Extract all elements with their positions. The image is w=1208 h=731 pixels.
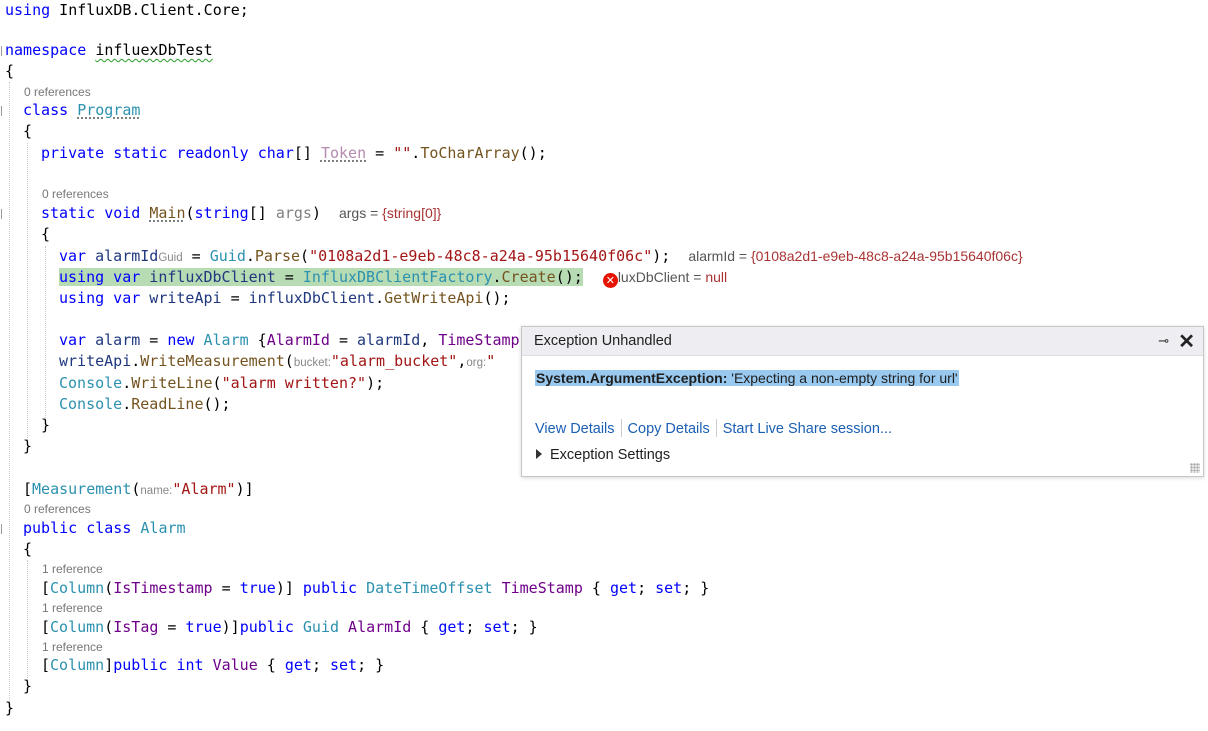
codelens-references[interactable]: 1 reference bbox=[42, 600, 103, 616]
brace: { bbox=[41, 225, 51, 243]
codelens-references[interactable]: 1 reference bbox=[42, 639, 103, 655]
popup-title: Exception Unhandled bbox=[534, 333, 672, 349]
live-share-link[interactable]: Start Live Share session... bbox=[723, 421, 892, 437]
divider bbox=[620, 419, 622, 437]
code-line-token[interactable]: private static readonly char[] Token = "… bbox=[41, 143, 547, 164]
brace: { bbox=[23, 122, 33, 140]
codelens-references[interactable]: 0 references bbox=[24, 501, 91, 517]
exception-settings-toggle[interactable]: Exception Settings bbox=[536, 447, 670, 463]
code-line-alarmid[interactable]: var alarmIdGuid = Guid.Parse("0108a2d1-e… bbox=[59, 246, 1023, 267]
error-icon: ✕ bbox=[602, 273, 618, 288]
codelens-references[interactable]: 0 references bbox=[42, 186, 109, 202]
popup-links: View Details Copy Details Start Live Share… bbox=[535, 419, 892, 437]
brace: { bbox=[23, 540, 33, 558]
resize-grip-icon[interactable] bbox=[1190, 463, 1200, 473]
datatip-args[interactable]: args = {string[0]} bbox=[339, 205, 441, 221]
brace: } bbox=[23, 677, 33, 695]
divider bbox=[715, 419, 717, 437]
brace: } bbox=[5, 699, 15, 717]
outline-marker[interactable] bbox=[1, 209, 6, 219]
code-line-console-read[interactable]: Console.ReadLine(); bbox=[59, 394, 231, 415]
code-line-main[interactable]: static void Main(string[] args) args = {s… bbox=[41, 203, 441, 224]
exception-popup[interactable]: Exception Unhandled ⊸ ✕ System.ArgumentE… bbox=[521, 326, 1204, 477]
code-line-prop-timestamp[interactable]: [Column(IsTimestamp = true)] public Date… bbox=[41, 578, 709, 599]
indent-guide bbox=[27, 143, 28, 448]
indent-guide bbox=[27, 560, 28, 684]
indent-guide bbox=[9, 82, 10, 702]
datatip-alarmid[interactable]: alarmId = {0108a2d1-e9eb-48c8-a24a-95b15… bbox=[688, 248, 1022, 264]
code-line-write[interactable]: writeApi.WriteMeasurement(bucket:"alarm_… bbox=[59, 351, 495, 372]
namespace-name: influexDbTest bbox=[95, 41, 213, 59]
inlay-hint: Guid bbox=[158, 252, 183, 264]
code-line-using[interactable]: using InfluxDB.Client.Core; bbox=[5, 0, 249, 21]
inlay-hint: bucket: bbox=[293, 357, 331, 369]
pin-icon[interactable]: ⊸ bbox=[1158, 333, 1169, 349]
view-details-link[interactable]: View Details bbox=[535, 421, 615, 437]
brace: { bbox=[5, 62, 15, 80]
code-line-class-alarm[interactable]: public class Alarm bbox=[23, 518, 186, 539]
inlay-hint: org: bbox=[466, 357, 487, 369]
exception-message[interactable]: System.ArgumentException: 'Expecting a n… bbox=[535, 370, 959, 386]
outline-marker[interactable] bbox=[1, 524, 6, 534]
code-line-measurement-attr[interactable]: [Measurement(name:"Alarm")] bbox=[23, 479, 254, 500]
code-line-console-write[interactable]: Console.WriteLine("alarm written?"); bbox=[59, 373, 384, 394]
chevron-right-icon bbox=[536, 449, 542, 459]
brace: } bbox=[23, 437, 33, 455]
code-line-writeapi[interactable]: using var writeApi = influxDbClient.GetW… bbox=[59, 288, 511, 309]
codelens-references[interactable]: 1 reference bbox=[42, 561, 103, 577]
code-line-client-current[interactable]: using var influxDbClient = InfluxDBClien… bbox=[59, 267, 727, 288]
inlay-hint: name: bbox=[140, 485, 173, 497]
copy-details-link[interactable]: Copy Details bbox=[628, 421, 710, 437]
popup-header: Exception Unhandled ⊸ ✕ bbox=[522, 327, 1203, 356]
code-line-alarm[interactable]: var alarm = new Alarm {AlarmId = alarmId… bbox=[59, 330, 520, 351]
codelens-references[interactable]: 0 references bbox=[24, 84, 91, 100]
code-line-prop-value[interactable]: [Column]public int Value { get; set; } bbox=[41, 655, 384, 676]
indent-guide bbox=[45, 246, 46, 426]
close-icon[interactable]: ✕ bbox=[1178, 329, 1195, 354]
code-line-prop-alarmid[interactable]: [Column(IsTag = true)]public Guid AlarmI… bbox=[41, 617, 538, 638]
code-line-class-program[interactable]: class Program bbox=[23, 100, 140, 121]
outline-marker[interactable] bbox=[1, 106, 6, 116]
datatip-client[interactable]: luxDbClient = null bbox=[618, 269, 727, 285]
code-line-namespace[interactable]: namespace influexDbTest bbox=[5, 40, 213, 61]
current-statement-highlight: using var influxDbClient = InfluxDBClien… bbox=[59, 268, 583, 286]
brace: } bbox=[41, 416, 51, 434]
